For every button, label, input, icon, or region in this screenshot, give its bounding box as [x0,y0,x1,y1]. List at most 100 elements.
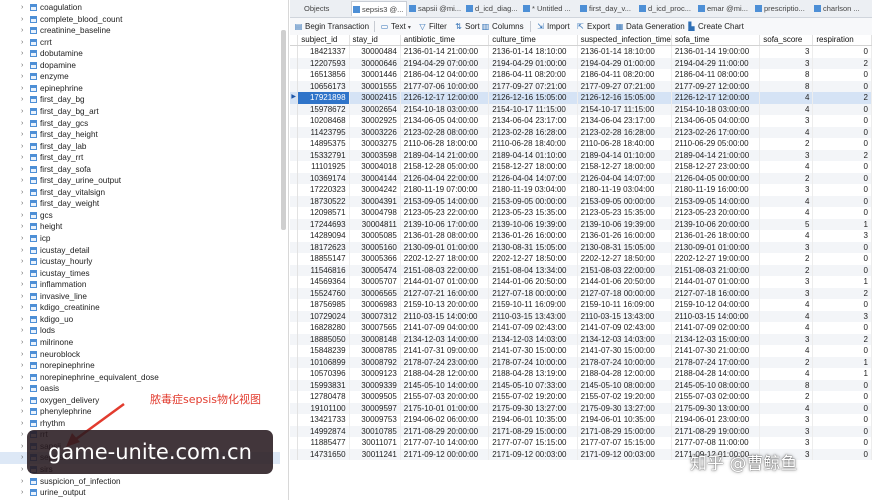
cell-stay-id[interactable]: 30008785 [349,345,401,357]
tab-query-9[interactable]: charlson ... [813,1,872,16]
table-row[interactable]: 15524760 30006565 2127-07-21 16:00:00 2127-… [290,287,872,299]
cell-stay-id[interactable]: 30000484 [349,45,401,58]
cell-antibiotic-time[interactable]: 2158-12-28 05:00:00 [400,161,490,173]
column-header-suspected-infection-time[interactable]: suspected_infection_time [577,35,672,46]
chevron-right-icon[interactable]: › [21,476,29,488]
cell-subject-id[interactable]: 17921898 [297,92,350,104]
cell-respiration[interactable]: 0 [812,161,872,173]
cell-antibiotic-time[interactable]: 2186-04-12 04:00:00 [400,69,490,81]
tree-item-rhythm[interactable]: › rhythm [0,418,280,430]
row-indicator[interactable] [290,138,299,150]
cell-suspected-infection-time[interactable]: 2123-05-23 15:35:00 [577,207,672,219]
cell-respiration[interactable]: 0 [812,414,872,426]
row-indicator[interactable] [290,149,299,161]
cell-culture-time[interactable]: 2110-03-15 13:43:00 [488,310,578,322]
cell-culture-time[interactable]: 2202-12-27 18:50:00 [488,253,578,265]
table-row[interactable]: 18421337 30000484 2136-01-14 21:00:00 2136-… [290,45,872,58]
cell-subject-id[interactable]: 11101925 [297,161,350,173]
cell-suspected-infection-time[interactable]: 2175-09-30 13:27:00 [577,402,672,414]
cell-sofa-time[interactable]: 2175-09-30 13:00:00 [671,402,761,414]
table-row[interactable]: 13421733 30009753 2194-06-02 06:00:00 2194-… [290,414,872,426]
cell-subject-id[interactable]: 18421337 [297,45,350,58]
cell-sofa-score[interactable]: 3 [759,287,814,299]
tab-query-3[interactable]: d_icd_diag... [465,1,521,16]
chevron-right-icon[interactable]: › [21,118,29,130]
chevron-right-icon[interactable]: › [21,291,29,303]
row-indicator[interactable] [290,333,299,345]
cell-sofa-time[interactable]: 2144-01-07 01:00:00 [671,276,761,288]
cell-respiration[interactable]: 1 [812,368,872,380]
export-button[interactable]: ⇱ Export [576,20,610,33]
cell-respiration[interactable]: 0 [812,299,872,311]
cell-suspected-infection-time[interactable]: 2153-09-05 00:00:00 [577,195,672,207]
chevron-right-icon[interactable]: › [21,487,29,499]
cell-culture-time[interactable]: 2123-05-23 15:35:00 [488,207,578,219]
cell-sofa-time[interactable]: 2177-07-08 11:00:00 [671,437,761,449]
cell-sofa-score[interactable]: 3 [759,241,814,253]
cell-suspected-infection-time[interactable]: 2158-12-27 18:00:00 [577,161,672,173]
tree-item-first-day-bg[interactable]: › first_day_bg [0,94,280,106]
cell-stay-id[interactable]: 30004811 [349,218,401,230]
cell-sofa-score[interactable]: 5 [759,218,814,230]
cell-suspected-infection-time[interactable]: 2134-06-04 23:17:00 [577,115,672,127]
cell-culture-time[interactable]: 2141-07-30 15:00:00 [488,345,578,357]
cell-sofa-score[interactable]: 4 [759,230,814,242]
cell-stay-id[interactable]: 30001446 [349,69,401,81]
cell-subject-id[interactable]: 17220323 [297,184,350,196]
cell-stay-id[interactable]: 30007565 [349,322,401,334]
cell-subject-id[interactable]: 10208468 [297,115,350,127]
chevron-right-icon[interactable]: › [21,129,29,141]
row-indicator[interactable] [290,57,299,69]
chevron-right-icon[interactable]: › [21,372,29,384]
cell-respiration[interactable]: 0 [812,80,872,92]
cell-respiration[interactable]: 0 [812,391,872,403]
cell-sofa-score[interactable]: 4 [759,207,814,219]
cell-sofa-score[interactable]: 4 [759,299,814,311]
cell-stay-id[interactable]: 30004242 [349,184,401,196]
cell-subject-id[interactable]: 18756985 [297,299,350,311]
cell-antibiotic-time[interactable]: 2180-11-19 07:00:00 [400,184,490,196]
cell-stay-id[interactable]: 30011241 [349,448,401,460]
column-header-stay-id[interactable]: stay_id [349,35,401,46]
cell-suspected-infection-time[interactable]: 2145-05-10 08:00:00 [577,379,672,391]
cell-stay-id[interactable]: 30004144 [349,172,401,184]
row-indicator[interactable] [290,207,299,219]
cell-antibiotic-time[interactable]: 2177-07-06 10:00:00 [400,80,490,92]
cell-culture-time[interactable]: 2110-06-28 18:40:00 [488,138,578,150]
cell-stay-id[interactable]: 30011071 [349,437,401,449]
cell-sofa-time[interactable]: 2189-04-14 21:00:00 [671,149,761,161]
chevron-right-icon[interactable]: › [21,418,29,430]
cell-stay-id[interactable]: 30002925 [349,115,401,127]
chevron-right-icon[interactable]: › [21,314,29,326]
cell-sofa-time[interactable]: 2202-12-27 19:00:00 [671,253,761,265]
cell-subject-id[interactable]: 18730522 [297,195,350,207]
chevron-right-icon[interactable]: › [21,152,29,164]
tree-item-gcs[interactable]: › gcs [0,210,280,222]
row-indicator[interactable] [290,299,299,311]
chevron-right-icon[interactable]: › [21,187,29,199]
row-indicator[interactable] [290,345,299,357]
cell-culture-time[interactable]: 2153-09-05 00:00:00 [488,195,578,207]
column-header-sofa-time[interactable]: sofa_time [671,35,761,46]
cell-subject-id[interactable]: 14895375 [297,138,350,150]
cell-antibiotic-time[interactable]: 2130-09-01 01:00:00 [400,241,490,253]
tree-item-invasive-line[interactable]: › invasive_line [0,291,280,303]
cell-antibiotic-time[interactable]: 2136-01-14 21:00:00 [400,45,490,58]
cell-sofa-time[interactable]: 2134-12-03 15:00:00 [671,333,761,345]
chevron-right-icon[interactable]: › [21,221,29,233]
cell-sofa-score[interactable]: 3 [759,115,814,127]
text-button[interactable]: ▭ Text ▾ [380,20,411,33]
cell-antibiotic-time[interactable]: 2171-08-29 20:00:00 [400,425,490,437]
table-row[interactable]: 10656173 30001555 2177-07-06 10:00:00 2177-… [290,80,872,92]
cell-suspected-infection-time[interactable]: 2194-04-29 01:00:00 [577,57,672,69]
cell-suspected-infection-time[interactable]: 2171-09-12 00:03:00 [577,448,672,460]
chevron-right-icon[interactable]: › [21,406,29,418]
cell-sofa-time[interactable]: 2153-09-05 14:00:00 [671,195,761,207]
begin-transaction-button[interactable]: ▤ Begin Transaction [294,20,369,33]
table-row[interactable]: 10729024 30007312 2110-03-15 14:00:00 2110-… [290,310,872,322]
tab-query-4[interactable]: * Untitled ... [522,1,578,16]
chevron-right-icon[interactable]: › [21,325,29,337]
cell-suspected-infection-time[interactable]: 2123-02-28 16:28:00 [577,126,672,138]
cell-antibiotic-time[interactable]: 2134-12-03 14:00:00 [400,333,490,345]
chevron-right-icon[interactable]: › [21,198,29,210]
